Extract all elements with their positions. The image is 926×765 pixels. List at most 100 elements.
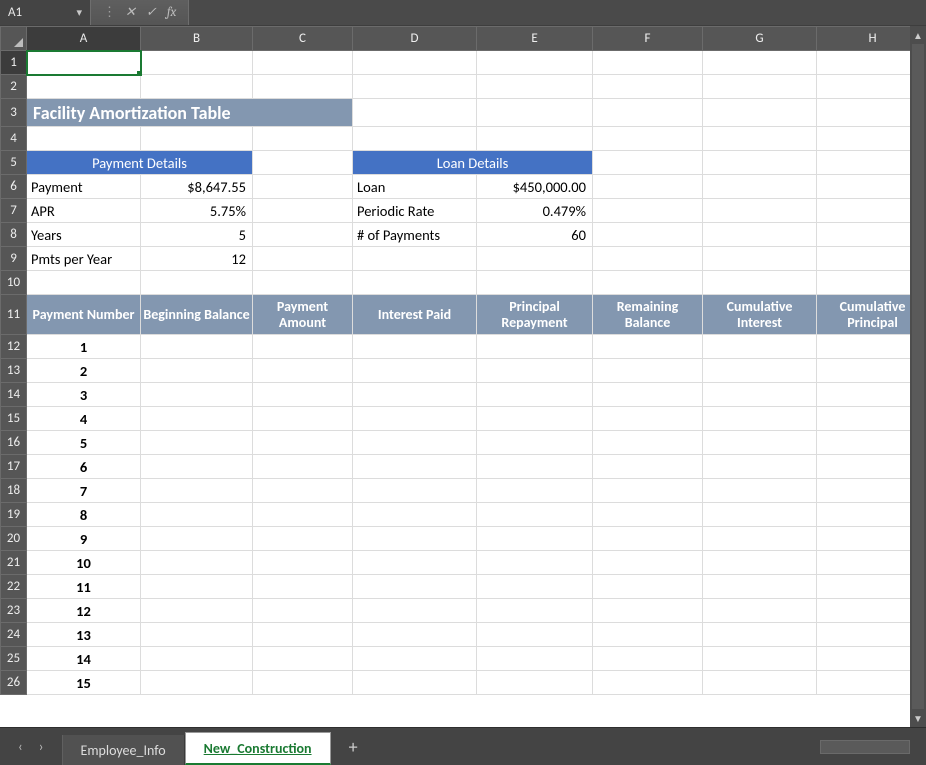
fx-icon[interactable]: fx <box>167 5 177 20</box>
cell[interactable] <box>593 647 703 671</box>
payment-number[interactable]: 6 <box>27 455 141 479</box>
cell[interactable] <box>703 127 817 151</box>
scroll-down-icon[interactable]: ▼ <box>910 709 926 727</box>
row-header[interactable]: 11 <box>1 295 27 335</box>
cell[interactable] <box>703 175 817 199</box>
cell[interactable] <box>141 455 253 479</box>
cell[interactable] <box>353 99 477 127</box>
cell[interactable] <box>477 455 593 479</box>
cell[interactable] <box>593 431 703 455</box>
loan-label[interactable]: # of Payments <box>353 223 477 247</box>
row-header[interactable]: 19 <box>1 503 27 527</box>
name-box[interactable]: A1 ▾ <box>0 0 90 25</box>
cell[interactable] <box>477 51 593 75</box>
cell[interactable] <box>593 199 703 223</box>
row-header[interactable]: 17 <box>1 455 27 479</box>
amort-column-header[interactable]: Principal Repayment <box>477 295 593 335</box>
cell[interactable] <box>593 271 703 295</box>
col-header[interactable]: D <box>353 27 477 51</box>
cell[interactable] <box>353 383 477 407</box>
cell[interactable] <box>593 51 703 75</box>
tab-nav-next-icon[interactable]: › <box>39 738 44 755</box>
accept-icon[interactable]: ✓ <box>146 5 157 20</box>
loan-details-header[interactable]: Loan Details <box>353 151 593 175</box>
cell[interactable] <box>353 247 477 271</box>
loan-label[interactable]: Periodic Rate <box>353 199 477 223</box>
row-header[interactable]: 22 <box>1 575 27 599</box>
cell[interactable] <box>477 127 593 151</box>
cell[interactable] <box>141 479 253 503</box>
cell[interactable] <box>353 575 477 599</box>
cell[interactable] <box>703 199 817 223</box>
cell[interactable] <box>703 51 817 75</box>
cell[interactable] <box>703 479 817 503</box>
cell[interactable] <box>353 527 477 551</box>
cell[interactable] <box>593 407 703 431</box>
cell[interactable] <box>353 51 477 75</box>
col-header[interactable]: C <box>253 27 353 51</box>
cell[interactable] <box>703 671 817 695</box>
cell[interactable] <box>593 671 703 695</box>
payment-number[interactable]: 11 <box>27 575 141 599</box>
cell[interactable] <box>353 335 477 359</box>
cell[interactable] <box>353 599 477 623</box>
col-header[interactable]: E <box>477 27 593 51</box>
vertical-dots-icon[interactable]: ⋮ <box>103 5 115 20</box>
row-header[interactable]: 10 <box>1 271 27 295</box>
cell[interactable] <box>353 479 477 503</box>
cell[interactable] <box>253 623 353 647</box>
row-header[interactable]: 6 <box>1 175 27 199</box>
cell[interactable] <box>703 271 817 295</box>
cell[interactable] <box>477 99 593 127</box>
cell[interactable] <box>477 359 593 383</box>
cell[interactable] <box>253 479 353 503</box>
cell[interactable] <box>477 527 593 551</box>
cell[interactable] <box>253 335 353 359</box>
row-header[interactable]: 2 <box>1 75 27 99</box>
cell[interactable] <box>27 271 141 295</box>
cell[interactable] <box>593 99 703 127</box>
cell[interactable] <box>477 479 593 503</box>
payment-number[interactable]: 10 <box>27 551 141 575</box>
cell[interactable] <box>141 335 253 359</box>
cell[interactable] <box>27 75 141 99</box>
cell[interactable] <box>703 575 817 599</box>
row-header[interactable]: 5 <box>1 151 27 175</box>
amort-column-header[interactable]: Interest Paid <box>353 295 477 335</box>
cell[interactable] <box>593 551 703 575</box>
payment-label[interactable]: APR <box>27 199 141 223</box>
cell[interactable] <box>703 431 817 455</box>
cell[interactable] <box>703 599 817 623</box>
cell[interactable] <box>477 383 593 407</box>
loan-label[interactable]: Loan <box>353 175 477 199</box>
payment-value[interactable]: 12 <box>141 247 253 271</box>
cell[interactable] <box>593 359 703 383</box>
payment-label[interactable]: Years <box>27 223 141 247</box>
cell[interactable] <box>353 671 477 695</box>
payment-value[interactable]: $8,647.55 <box>141 175 253 199</box>
row-header[interactable]: 1 <box>1 51 27 75</box>
cancel-icon[interactable]: ✕ <box>125 5 136 20</box>
cell[interactable] <box>593 599 703 623</box>
cell[interactable] <box>703 503 817 527</box>
cell[interactable] <box>141 599 253 623</box>
row-header[interactable]: 14 <box>1 383 27 407</box>
cell[interactable] <box>593 575 703 599</box>
cell[interactable] <box>253 175 353 199</box>
cell[interactable] <box>253 431 353 455</box>
cell[interactable] <box>477 75 593 99</box>
cell[interactable] <box>141 575 253 599</box>
row-header[interactable]: 16 <box>1 431 27 455</box>
row-header[interactable]: 7 <box>1 199 27 223</box>
cell[interactable] <box>703 335 817 359</box>
scroll-track[interactable] <box>912 44 924 709</box>
amort-column-header[interactable]: Payment Amount <box>253 295 353 335</box>
cell[interactable] <box>353 127 477 151</box>
col-header[interactable]: G <box>703 27 817 51</box>
payment-number[interactable]: 3 <box>27 383 141 407</box>
row-header[interactable]: 13 <box>1 359 27 383</box>
add-sheet-button[interactable]: + <box>331 736 376 758</box>
payment-number[interactable]: 9 <box>27 527 141 551</box>
cell[interactable] <box>593 127 703 151</box>
row-header[interactable]: 3 <box>1 99 27 127</box>
